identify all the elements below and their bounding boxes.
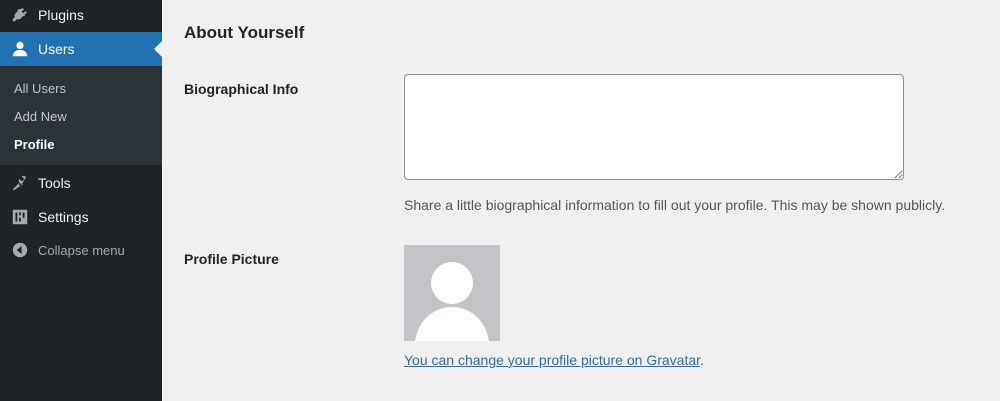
plugin-icon	[10, 5, 30, 25]
current-menu-arrow	[154, 41, 162, 57]
sidebar-item-label: Users	[38, 41, 75, 57]
collapse-arrow-icon	[10, 240, 30, 260]
sidebar-item-plugins[interactable]: Plugins	[0, 0, 162, 32]
users-submenu: All Users Add New Profile	[0, 66, 162, 165]
user-icon	[10, 39, 30, 59]
collapse-menu-button[interactable]: Collapse menu	[0, 233, 162, 267]
gravatar-note-suffix: .	[700, 352, 704, 368]
biographical-info-label: Biographical Info	[184, 81, 299, 97]
section-title: About Yourself	[184, 23, 305, 42]
biographical-info-description: Share a little biographical information …	[404, 197, 946, 213]
sidebar-item-label: Tools	[38, 175, 71, 191]
sidebar-item-label: Settings	[38, 209, 89, 225]
sidebar-item-settings[interactable]: Settings	[0, 200, 162, 234]
submenu-item-all-users[interactable]: All Users	[14, 81, 66, 96]
avatar	[404, 245, 500, 341]
sidebar-item-label: Plugins	[38, 7, 84, 23]
profile-picture-label: Profile Picture	[184, 251, 279, 267]
sidebar-item-tools[interactable]: Tools	[0, 166, 162, 200]
gravatar-link[interactable]: You can change your profile picture on G…	[404, 352, 700, 368]
profile-content: About Yourself Biographical Info Share a…	[162, 0, 1000, 401]
sidebar-item-users[interactable]: Users	[0, 32, 162, 66]
submenu-item-profile[interactable]: Profile	[14, 137, 54, 152]
admin-sidebar: Plugins Users All Users Add New Profile …	[0, 0, 162, 401]
wrench-icon	[10, 173, 30, 193]
collapse-menu-label: Collapse menu	[38, 242, 125, 258]
submenu-item-add-new[interactable]: Add New	[14, 109, 67, 124]
settings-sliders-icon	[10, 207, 30, 227]
biographical-info-textarea[interactable]	[404, 74, 904, 180]
gravatar-note: You can change your profile picture on G…	[404, 352, 704, 368]
default-avatar-icon	[415, 262, 489, 341]
